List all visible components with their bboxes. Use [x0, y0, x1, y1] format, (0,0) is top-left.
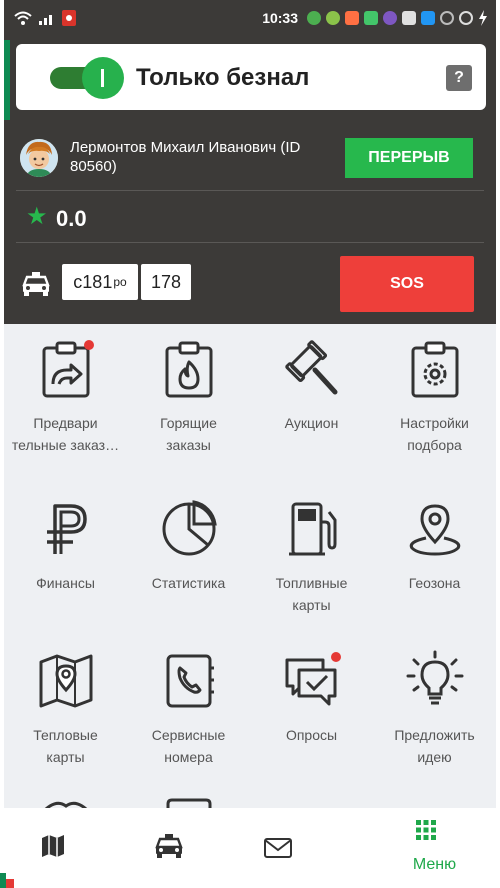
rating-value: 0.0 [56, 206, 87, 231]
menu-item-label: Опросы [285, 727, 338, 743]
idea-bulb-icon [406, 650, 464, 705]
cashless-card: Только безнал ? [16, 44, 486, 110]
menu-item-geozone[interactable]: Геозона [373, 484, 496, 624]
menu-item-label: Тепловые карты [33, 727, 98, 765]
menu-item-fuel-cards[interactable]: Топливные карты [250, 484, 373, 624]
avatar [20, 139, 58, 177]
plate-region: 178 [141, 264, 191, 300]
help-icon[interactable]: ? [446, 65, 472, 91]
menu-item-label: Предложить идею [394, 727, 475, 765]
divider [16, 242, 484, 243]
menu-item-preorders[interactable]: Предвари тельные заказ… [4, 324, 127, 464]
map-icon [42, 835, 64, 857]
nav-menu-label: Меню [412, 856, 457, 873]
green-circle-icon [307, 11, 321, 25]
menu-item-statistics[interactable]: Статистика [127, 484, 250, 624]
wifi-icon [14, 11, 32, 25]
menu-item-label: Предвари тельные заказ… [11, 415, 120, 453]
driver-row: Лермонтов Михаил Иванович (ID 80560) ПЕР… [4, 128, 496, 188]
alarm-icon [459, 11, 473, 25]
grid-menu-icon [416, 820, 436, 840]
plate-number: с181 ро [62, 264, 138, 300]
menu-item-finances[interactable]: Финансы [4, 484, 127, 624]
divider [16, 190, 484, 191]
status-time: 10:33 [262, 10, 298, 26]
battery-icon [479, 10, 487, 26]
signal-icon [39, 15, 52, 25]
green-icon [364, 11, 378, 25]
menu-item-label: Статистика [151, 575, 226, 591]
selection-settings-icon [411, 341, 459, 398]
auction-hammer-icon [285, 340, 338, 395]
heat-map-icon [39, 654, 93, 708]
nav-map[interactable] [4, 808, 127, 888]
cashless-toggle[interactable] [82, 57, 124, 99]
circle-icon [440, 11, 454, 25]
menu-item-heat-maps[interactable]: Тепловые карты [4, 636, 127, 776]
app-notification-icon [62, 10, 76, 26]
preorder-clipboard-icon [42, 340, 94, 398]
driver-name: Лермонтов Михаил Иванович (ID 80560) [70, 139, 301, 175]
menu-item-surveys[interactable]: Опросы [250, 636, 373, 776]
survey-icon [285, 652, 341, 706]
break-button[interactable]: ПЕРЕРЫВ [345, 138, 473, 178]
menu-item-label: Геозона [408, 575, 461, 591]
star-icon: ★ [26, 203, 48, 230]
bottom-nav: Меню [4, 808, 496, 888]
mail-icon [264, 838, 292, 858]
gray-icon [402, 11, 416, 25]
orange-icon [345, 11, 359, 25]
menu-item-label: Сервисные номера [151, 727, 226, 765]
ruble-icon [47, 504, 87, 554]
hot-orders-clipboard-icon [165, 341, 213, 398]
sos-button[interactable]: SOS [340, 256, 474, 312]
menu-item-service-numbers[interactable]: Сервисные номера [127, 636, 250, 776]
car-row: с181 ро 178 SOS [4, 254, 496, 314]
rating-row: ★ 0.0 [4, 194, 496, 240]
status-right: 10:33 [262, 10, 488, 26]
menu-item-hot-orders[interactable]: Горящие заказы [127, 324, 250, 464]
nav-messages[interactable] [250, 808, 373, 888]
green-circle-icon [326, 11, 340, 25]
menu-item-label: Топливные карты [275, 575, 348, 613]
menu-item-suggest-idea[interactable]: Предложить идею [373, 636, 496, 776]
menu-item-label: Настройки подбора [400, 415, 469, 453]
plate-number-text: с181 [73, 271, 113, 292]
menu-item-selection-settings[interactable]: Настройки подбора [373, 324, 496, 464]
map-pin-icon [409, 504, 461, 556]
purple-icon [383, 11, 397, 25]
menu-item-label: Горящие заказы [160, 415, 217, 453]
menu-grid: Предвари тельные заказ… Горящие заказы А… [4, 324, 496, 888]
status-bar: 10:33 [4, 0, 496, 40]
menu-item-label: Аукцион [284, 415, 339, 431]
status-left [14, 10, 76, 26]
fuel-pump-icon [289, 502, 337, 556]
menu-item-auction[interactable]: Аукцион [250, 324, 373, 464]
nav-menu[interactable]: Меню [373, 808, 496, 888]
blue-icon [421, 11, 435, 25]
pie-chart-icon [162, 500, 217, 556]
nav-orders[interactable] [127, 808, 250, 888]
menu-item-label: Финансы [36, 575, 95, 591]
cashless-label: Только безнал [136, 64, 310, 91]
taxi-icon [22, 272, 50, 296]
corner-marker [0, 873, 14, 888]
app-screen: 10:33 Только безнал ? Лермонтов Михаил И… [4, 0, 496, 888]
phone-book-icon [166, 654, 214, 708]
plate-series: ро [113, 275, 127, 289]
car-icon [155, 834, 183, 858]
